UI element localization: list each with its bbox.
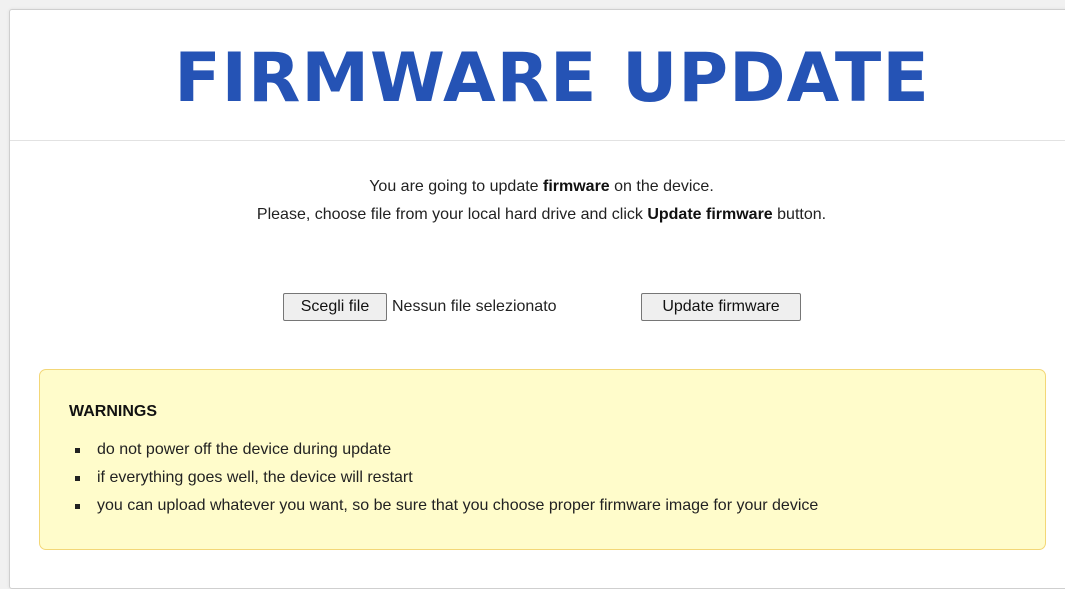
warnings-list: do not power off the device during updat… [69,436,818,520]
intro-line-2-prefix: Please, choose file from your local hard… [256,206,648,223]
warning-item: do not power off the device during updat… [69,436,818,464]
intro-line-2-bold: Update firmware [647,206,773,223]
intro-line-1: You are going to update firmware on the … [10,173,1065,201]
warning-item: you can upload whatever you want, so be … [69,492,818,520]
bullet-icon [75,448,80,453]
intro-line-1-suffix: on the device. [609,178,714,195]
warning-item: if everything goes well, the device will… [69,464,818,492]
bullet-icon [75,504,80,509]
choose-file-button[interactable]: Scegli file [283,293,387,321]
intro-text: You are going to update firmware on the … [10,173,1065,229]
warnings-box: WARNINGS do not power off the device dur… [39,369,1046,550]
upload-form: Scegli file Nessun file selezionato Upda… [10,293,1065,321]
page-panel: FIRMWARE UPDATE You are going to update … [9,9,1065,589]
intro-line-1-prefix: You are going to update [369,178,543,195]
intro-line-2-suffix: button. [772,206,827,223]
bullet-icon [75,476,80,481]
warnings-title: WARNINGS [69,403,157,420]
page-title: FIRMWARE UPDATE [174,39,930,118]
warning-item-text: do not power off the device during updat… [97,441,392,458]
intro-line-1-bold: firmware [543,178,610,195]
warning-item-text: if everything goes well, the device will… [97,469,413,486]
header: FIRMWARE UPDATE [10,10,1065,141]
warning-item-text: you can upload whatever you want, so be … [97,497,819,514]
file-status-text: Nessun file selezionato [392,298,557,315]
intro-line-2: Please, choose file from your local hard… [10,201,1065,229]
update-firmware-button[interactable]: Update firmware [641,293,801,321]
